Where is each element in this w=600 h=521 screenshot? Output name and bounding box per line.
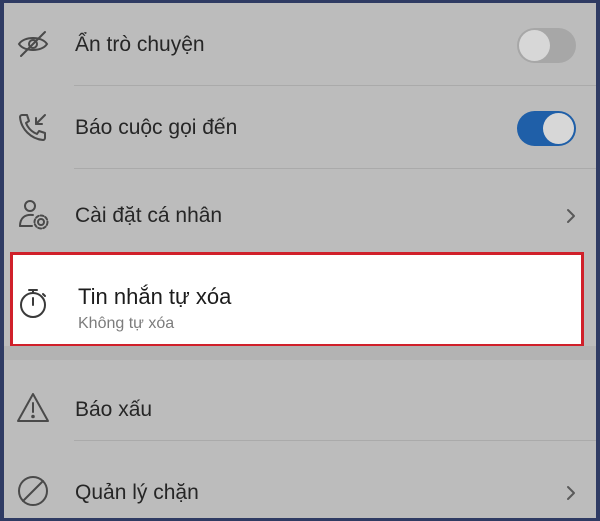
self-delete-messages-value: Không tự xóa (78, 315, 175, 332)
chevron-right-icon (564, 484, 578, 502)
hide-chat-toggle[interactable] (517, 28, 576, 63)
toggle-knob (543, 113, 574, 144)
timer-icon (16, 286, 50, 320)
report-label: Báo xấu (75, 398, 153, 421)
self-delete-messages-label: Tin nhắn tự xóa (78, 284, 232, 309)
manage-block-label: Quản lý chặn (75, 481, 199, 504)
incoming-call-icon (16, 110, 50, 144)
hide-chat-label: Ẩn trò chuyện (75, 33, 205, 56)
settings-panel: Ẩn trò chuyện Báo cuộc gọi đến Cài đặt c… (4, 3, 596, 518)
hide-chat-row[interactable]: Ẩn trò chuyện (4, 3, 596, 85)
self-delete-messages-row[interactable]: Tin nhắn tự xóa Không tự xóa (10, 252, 584, 347)
warning-icon (16, 391, 50, 425)
toggle-knob (519, 30, 550, 61)
personal-settings-label: Cài đặt cá nhân (75, 204, 223, 227)
section-gap (4, 346, 596, 360)
eye-off-icon (16, 27, 50, 61)
personal-settings-row[interactable]: Cài đặt cá nhân (4, 169, 596, 251)
block-icon (16, 474, 50, 508)
manage-block-row[interactable]: Quản lý chặn (4, 441, 596, 518)
report-row[interactable]: Báo xấu (4, 360, 596, 440)
incoming-call-label: Báo cuộc gọi đến (75, 116, 238, 139)
incoming-call-row[interactable]: Báo cuộc gọi đến (4, 86, 596, 168)
chevron-right-icon (564, 207, 578, 225)
personal-settings-icon (16, 197, 50, 231)
incoming-call-toggle[interactable] (517, 111, 576, 146)
